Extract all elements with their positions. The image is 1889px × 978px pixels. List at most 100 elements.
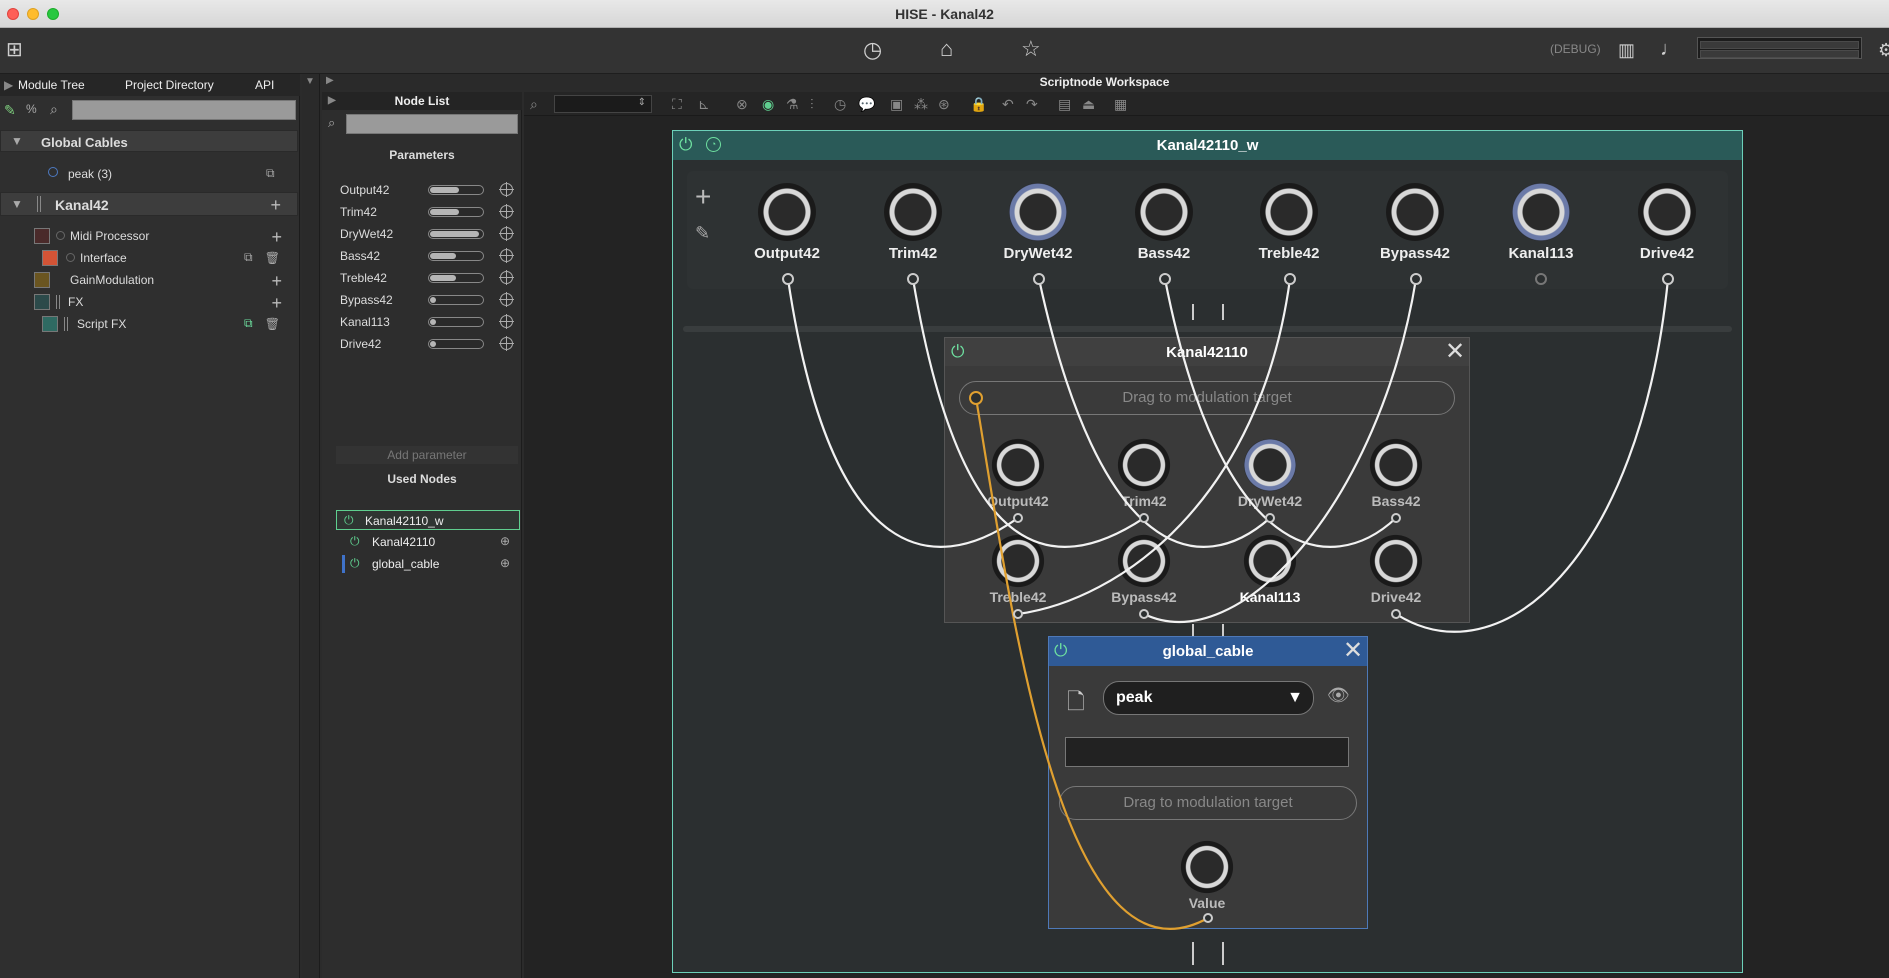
network-select[interactable]: ⇕ — [554, 95, 652, 113]
module-row-gainmodulation[interactable]: GainModulation + — [0, 270, 298, 290]
bypass-dot-icon[interactable] — [66, 253, 75, 262]
close-icon[interactable]: ✕ — [1445, 340, 1465, 364]
close-icon[interactable]: ✕ — [1343, 639, 1363, 663]
export-icon[interactable]: ⏏ — [1082, 96, 1095, 113]
cable-select[interactable]: peak ▼ — [1103, 681, 1314, 715]
node-header[interactable]: ⏻ Kanal42110 ✕ — [945, 338, 1469, 366]
profile-icon[interactable]: ⚗ — [786, 96, 799, 113]
knob-drywet42[interactable] — [1243, 438, 1297, 492]
home-icon[interactable]: ⌂ — [940, 37, 953, 61]
target-icon[interactable] — [499, 336, 514, 351]
delete-icon[interactable]: 🗑 — [265, 317, 280, 331]
settings-icon[interactable]: ⚙ — [1878, 38, 1889, 62]
target-icon[interactable] — [499, 226, 514, 241]
tab-project-directory[interactable]: Project Directory — [125, 78, 214, 92]
package-icon[interactable]: ▣ — [890, 96, 903, 113]
parameter-row[interactable]: Bypass42 — [336, 290, 518, 310]
knob-kanal113[interactable] — [1243, 534, 1297, 588]
add-module-icon[interactable]: + — [270, 196, 281, 214]
knob-output42[interactable] — [991, 438, 1045, 492]
macro-knob-kanal113[interactable] — [1512, 183, 1570, 241]
parameter-row[interactable]: Drive42 — [336, 334, 518, 354]
clock-icon[interactable]: ◷ — [834, 96, 846, 113]
node-search-input[interactable] — [346, 114, 518, 134]
parameter-slider[interactable] — [428, 317, 484, 327]
module-row-fx[interactable]: FX + — [0, 292, 298, 312]
node-header[interactable]: ⏻ global_cable ✕ — [1049, 637, 1367, 666]
add-module-icon[interactable]: + — [271, 228, 282, 246]
target-icon[interactable] — [499, 248, 514, 263]
macro-knob-drywet42[interactable] — [1009, 183, 1067, 241]
macro-knob-bypass42[interactable] — [1386, 183, 1444, 241]
target-icon[interactable] — [499, 292, 514, 307]
macro-knob-output42[interactable] — [758, 183, 816, 241]
debug-icon[interactable]: ◉ — [762, 96, 774, 113]
parameter-row[interactable]: Output42 — [336, 180, 518, 200]
parameter-slider[interactable] — [428, 229, 484, 239]
collapse-arrow-icon[interactable]: ▼ — [305, 76, 315, 87]
add-module-icon[interactable]: + — [271, 294, 282, 312]
knob-bypass42[interactable] — [1117, 534, 1171, 588]
target-icon[interactable] — [499, 314, 514, 329]
target-icon[interactable]: ⊕ — [500, 556, 510, 570]
power-icon[interactable]: ⏻ — [344, 514, 356, 526]
used-node-item[interactable]: ⏻ global_cable ⊕ — [336, 554, 520, 574]
add-macro-icon[interactable]: + — [695, 183, 711, 211]
parameter-slider[interactable] — [428, 295, 484, 305]
global-cables-header[interactable]: ▼ Global Cables — [0, 130, 298, 152]
open-external-icon[interactable]: ⧉ — [244, 316, 253, 331]
macro-knob-drive42[interactable] — [1638, 183, 1696, 241]
target-icon[interactable] — [499, 270, 514, 285]
module-row-interface[interactable]: Interface ⧉ 🗑 — [0, 248, 298, 268]
properties-icon[interactable]: ▦ — [1114, 96, 1127, 113]
settings-icon[interactable]: ⊛ — [938, 96, 950, 113]
modulation-drag-source[interactable]: Drag to modulation target — [959, 381, 1455, 415]
fold-icon[interactable]: ⊾ — [698, 96, 710, 113]
bypass-dot-icon[interactable] — [56, 231, 65, 240]
parameter-icon[interactable]: ⫶ — [810, 96, 814, 113]
expand-triangle-icon[interactable]: ▼ — [11, 134, 23, 148]
star-icon[interactable]: ☆ — [1021, 37, 1041, 61]
parameter-row[interactable]: Trim42 — [336, 202, 518, 222]
eye-icon[interactable]: 👁 — [1327, 685, 1350, 706]
edit-icon[interactable]: ✎ — [4, 102, 16, 119]
module-row-script-fx[interactable]: Script FX ⧉ 🗑 — [0, 314, 298, 334]
performance-icon[interactable]: ◷ — [863, 38, 882, 62]
knob-value[interactable] — [1180, 840, 1234, 894]
parameter-slider[interactable] — [428, 251, 484, 261]
cluster-icon[interactable]: ⁂ — [914, 96, 928, 113]
macro-knob-trim42[interactable] — [884, 183, 942, 241]
target-icon[interactable] — [499, 182, 514, 197]
edit-icon[interactable]: ✎ — [695, 223, 710, 244]
file-icon[interactable]: 🗋 — [1067, 685, 1085, 723]
open-external-icon[interactable]: ⧉ — [266, 166, 275, 181]
tab-api[interactable]: API — [255, 78, 274, 92]
node-header[interactable]: ⏻ ◔ Kanal42110_w — [673, 131, 1742, 160]
power-icon[interactable]: ⏻ — [350, 535, 362, 547]
target-icon[interactable]: ⊕ — [500, 534, 510, 548]
keyboard-icon[interactable]: ▥ — [1618, 38, 1635, 62]
percent-icon[interactable]: % — [26, 102, 37, 116]
delete-icon[interactable]: 🗑 — [265, 251, 280, 265]
used-node-item[interactable]: ⏻ Kanal42110 ⊕ — [336, 532, 520, 552]
macro-knob-bass42[interactable] — [1135, 183, 1193, 241]
root-module-row[interactable]: ▼ Kanal42 + — [0, 192, 298, 216]
new-window-icon[interactable]: ⊞ — [6, 38, 23, 62]
zoom-fit-icon[interactable]: ⛶ — [672, 96, 682, 113]
comment-icon[interactable]: 💬 — [858, 96, 875, 113]
lock-icon[interactable]: 🔒 — [970, 96, 987, 113]
drag-handle-icon[interactable] — [37, 196, 41, 212]
parameter-slider[interactable] — [428, 207, 484, 217]
knob-bass42[interactable] — [1369, 438, 1423, 492]
parameter-slider[interactable] — [428, 273, 484, 283]
parameter-row[interactable]: Bass42 — [336, 246, 518, 266]
module-row-midi-processor[interactable]: Midi Processor + — [0, 226, 298, 246]
collapse-arrow-icon[interactable]: ▶ — [4, 78, 13, 92]
module-search-input[interactable] — [72, 100, 296, 120]
knob-trim42[interactable] — [1117, 438, 1171, 492]
search-icon[interactable]: ⌕ — [530, 96, 538, 113]
parameter-row[interactable]: Treble42 — [336, 268, 518, 288]
add-module-icon[interactable]: + — [271, 272, 282, 290]
expand-triangle-icon[interactable]: ▼ — [11, 197, 23, 211]
cable-item[interactable]: peak (3) ⧉ — [0, 164, 298, 184]
